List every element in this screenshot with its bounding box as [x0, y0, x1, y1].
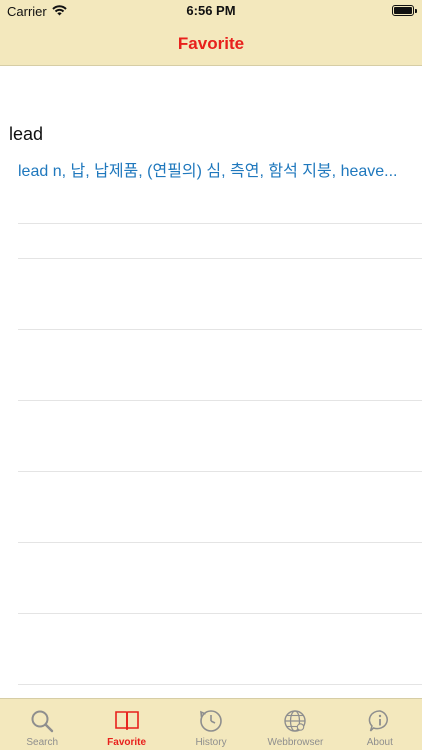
list-item[interactable]: [18, 543, 422, 614]
magnifier-icon: [31, 710, 54, 733]
list-item-text: lead n, 납, 납제품, (연필의) 심, 측연, 함석 지붕, heav…: [18, 163, 398, 180]
tab-search[interactable]: Search: [0, 699, 84, 750]
section-header: lead: [9, 124, 44, 144]
tab-label: About: [366, 737, 393, 748]
tab-label: History: [195, 737, 227, 748]
status-bar: Carrier 6:56 PM: [0, 0, 422, 22]
tab-bar: Search Favorite History Webbrowser About: [0, 698, 422, 750]
tab-label: Webbrowser: [267, 737, 324, 748]
list-item[interactable]: [18, 259, 422, 330]
battery-icon: [392, 5, 417, 16]
tab-favorite[interactable]: Favorite: [84, 699, 168, 750]
globe-icon: [284, 710, 307, 732]
tab-webbrowser[interactable]: Webbrowser: [253, 699, 337, 750]
nav-bar: Favorite: [0, 22, 422, 66]
list-item[interactable]: [18, 401, 422, 472]
tab-label: Favorite: [107, 737, 147, 748]
status-time: 6:56 PM: [186, 3, 236, 18]
tab-about[interactable]: About: [338, 699, 422, 750]
list-item[interactable]: [18, 188, 422, 259]
info-icon: [368, 710, 388, 732]
open-book-icon: [114, 711, 139, 730]
battery-level: [394, 7, 412, 14]
tab-history[interactable]: History: [169, 699, 253, 750]
tab-label: Search: [26, 737, 59, 748]
page-title: Favorite: [177, 34, 245, 53]
list-item[interactable]: [18, 330, 422, 401]
favorite-list[interactable]: lead lead n, 납, 납제품, (연필의) 심, 측연, 함석 지붕,…: [0, 66, 422, 698]
clock-history-icon: [200, 710, 222, 732]
list-item[interactable]: [18, 614, 422, 685]
list-item[interactable]: [18, 472, 422, 543]
